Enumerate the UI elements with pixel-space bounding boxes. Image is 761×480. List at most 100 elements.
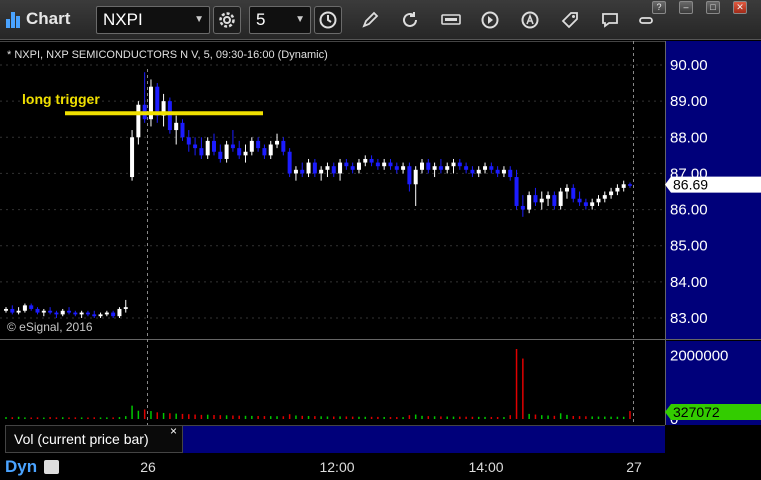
refresh-icon[interactable]: [396, 6, 424, 34]
candle-body: [130, 137, 135, 178]
candle: [533, 187, 538, 206]
chart-toolbar: Chart NXPI ▼ 5 ▼ ? – □ ✕: [0, 0, 761, 40]
candle-body: [527, 195, 532, 210]
interval-select[interactable]: 5 ▼: [249, 6, 311, 34]
candle-body: [375, 162, 380, 167]
candle: [212, 133, 216, 156]
last-volume-label: 327072: [673, 404, 720, 420]
candle: [583, 198, 588, 210]
candle-body: [533, 195, 538, 203]
long-trigger-annotation[interactable]: long trigger: [22, 91, 100, 107]
candle-body: [22, 305, 27, 311]
candle: [621, 180, 626, 192]
maximize-button[interactable]: □: [706, 1, 720, 14]
candle-body: [413, 169, 418, 185]
candle: [193, 137, 198, 156]
candle-body: [275, 140, 280, 145]
candle: [344, 158, 349, 170]
candle: [413, 166, 418, 206]
volume-tick-label: 2000000: [670, 347, 728, 364]
symbol-input[interactable]: NXPI ▼: [96, 6, 210, 34]
candle: [602, 191, 607, 203]
chart-area[interactable]: 90.00 89.00 88.00 87.00 86.00 85.00 84.00 83.00…: [0, 41, 761, 456]
candle: [571, 184, 576, 203]
candle-body: [369, 158, 374, 163]
pencil-draw-icon[interactable]: [356, 6, 384, 34]
candle-body: [230, 144, 235, 149]
candle: [281, 137, 286, 156]
dynamic-mode-button[interactable]: Dyn: [5, 457, 37, 477]
candle-body: [432, 166, 437, 170]
candle: [615, 184, 620, 196]
candle-body: [451, 162, 456, 167]
time-label-1200: 12:00: [319, 459, 355, 475]
candle: [489, 162, 494, 174]
candle: [54, 310, 59, 318]
get-data-icon[interactable]: [437, 6, 465, 34]
price-tick-label: 86.00: [670, 202, 708, 219]
candle-body: [319, 169, 324, 174]
candle-body: [104, 312, 109, 315]
candle: [4, 307, 8, 313]
lock-icon[interactable]: [44, 460, 59, 474]
candle: [438, 158, 443, 174]
chevron-down-icon[interactable]: ▼: [194, 7, 204, 33]
candle: [527, 191, 532, 214]
candle-body: [520, 205, 525, 210]
alert-icon[interactable]: [516, 6, 544, 34]
candle: [388, 158, 393, 170]
candle-body: [92, 314, 97, 317]
volume-study-label[interactable]: Vol (current price bar): [5, 425, 183, 453]
candle: [432, 162, 437, 178]
help-button[interactable]: ?: [652, 1, 666, 14]
candle-body: [111, 312, 116, 317]
price-tick-label: 83.00: [670, 310, 708, 327]
candle-body: [249, 140, 254, 152]
candle-body: [117, 308, 122, 317]
candle: [148, 79, 153, 127]
chart-app-icon: [6, 12, 20, 28]
candle-body: [621, 184, 626, 188]
close-button[interactable]: ✕: [733, 1, 747, 14]
candle: [117, 307, 122, 318]
candle-body: [489, 166, 494, 170]
candle-body: [552, 195, 557, 206]
minimize-button[interactable]: –: [679, 1, 693, 14]
candle: [174, 115, 179, 145]
candle-body: [338, 162, 343, 174]
candle-body: [205, 140, 210, 156]
candle-body: [501, 169, 506, 174]
candle-body: [224, 144, 229, 159]
candle-body: [193, 144, 198, 149]
candle: [85, 310, 90, 317]
close-icon[interactable]: ×: [170, 424, 177, 438]
settings-gear-icon[interactable]: [213, 6, 241, 34]
price-tick-label: 89.00: [670, 93, 708, 110]
candle: [325, 162, 330, 178]
candle: [476, 166, 481, 178]
candle: [155, 83, 160, 123]
tag-icon[interactable]: [556, 6, 584, 34]
candle: [564, 184, 569, 199]
candle: [375, 158, 380, 170]
candle: [350, 162, 355, 174]
play-icon[interactable]: [476, 6, 504, 34]
candle-body: [401, 166, 406, 170]
clock-icon[interactable]: [314, 6, 342, 34]
candle-body: [287, 151, 292, 174]
candle-body: [256, 140, 261, 149]
candle-body: [167, 101, 172, 131]
comment-icon[interactable]: [596, 6, 624, 34]
candle-body: [35, 308, 40, 313]
candle: [445, 162, 450, 174]
candle-body: [407, 166, 412, 185]
candle: [293, 166, 298, 181]
candle: [256, 137, 261, 152]
chevron-down-icon[interactable]: ▼: [295, 7, 305, 33]
price-volume-chart[interactable]: 90.0089.0088.0087.0086.0085.0084.0083.00…: [0, 41, 761, 456]
candle: [142, 72, 147, 123]
candle: [60, 308, 65, 317]
candle-body: [356, 162, 361, 170]
candle: [319, 166, 324, 181]
candle: [199, 137, 204, 159]
